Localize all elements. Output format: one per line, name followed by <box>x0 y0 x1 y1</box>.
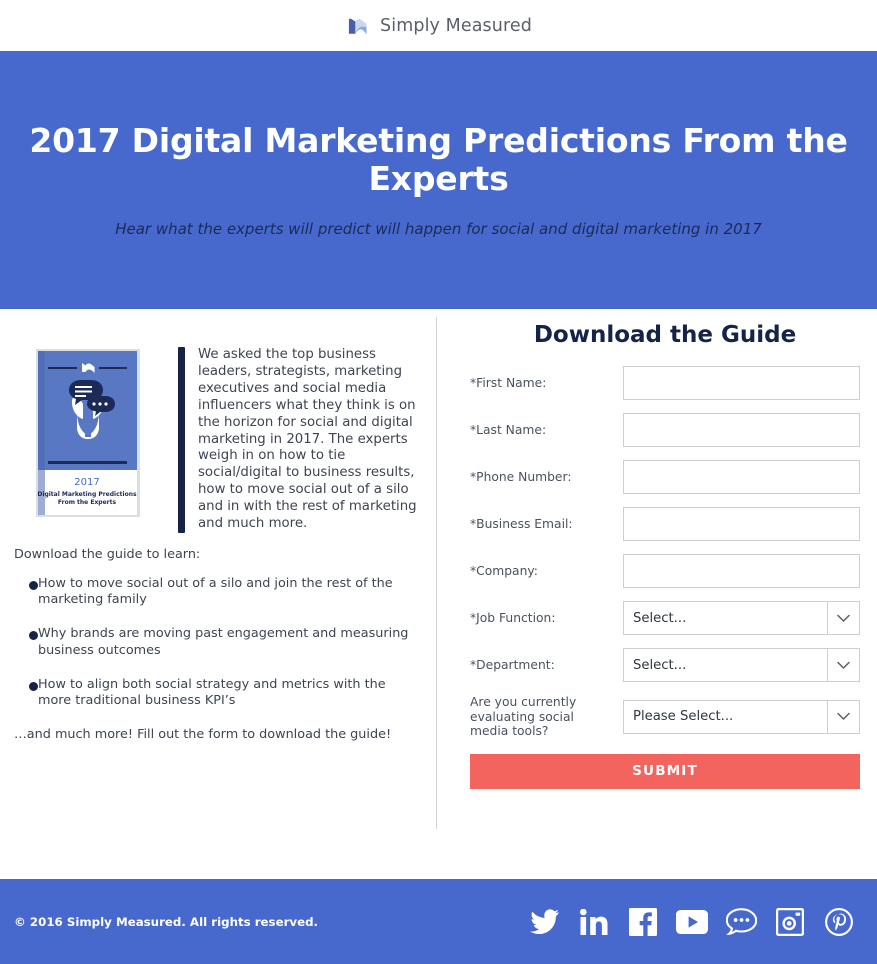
brand-name: Simply Measured <box>380 15 532 36</box>
ebook-cover-image: 2017 Digital Marketing Predictions From … <box>25 345 153 521</box>
field-row-evaluating-tools: Are you currently evaluating social medi… <box>470 695 860 739</box>
youtube-icon[interactable] <box>675 905 709 939</box>
quote-accent-bar <box>178 347 185 533</box>
social-links <box>528 905 859 939</box>
evaluating-tools-label: Are you currently evaluating social medi… <box>470 695 577 739</box>
field-row-business-email: *Business Email: <box>470 507 860 541</box>
list-item-label: How to align both social strategy and me… <box>38 676 386 708</box>
evaluating-tools-select[interactable]: Please Select... <box>623 699 860 734</box>
learn-list: How to move social out of a silo and joi… <box>14 576 417 709</box>
department-selected-value: Select... <box>624 649 828 681</box>
simply-measured-logo-mark-icon <box>345 13 371 39</box>
submit-wrap: SUBMIT <box>470 753 860 789</box>
field-row-last-name: *Last Name: <box>470 413 860 447</box>
site-header: Simply Measured <box>0 0 877 51</box>
hero-banner: 2017 Digital Marketing Predictions From … <box>0 51 877 309</box>
company-label: *Company: <box>470 563 538 578</box>
bullet-dot-icon <box>29 631 38 641</box>
linkedin-icon[interactable] <box>577 905 611 939</box>
site-footer: © 2016 Simply Measured. All rights reser… <box>0 879 877 964</box>
list-item: How to move social out of a silo and joi… <box>14 576 417 608</box>
job-function-label: *Job Function: <box>470 610 556 625</box>
right-column: Download the Guide *First Name: *Last Na… <box>437 309 877 879</box>
list-item-label: How to move social out of a silo and joi… <box>38 575 393 608</box>
twitter-icon[interactable] <box>528 905 562 939</box>
ebook-cover-wrap: 2017 Digital Marketing Predictions From … <box>14 335 164 521</box>
last-name-label: *Last Name: <box>470 422 547 437</box>
field-row-job-function: *Job Function: Select... <box>470 601 860 635</box>
svg-text:Digital Marketing Predictions: Digital Marketing Predictions <box>37 491 137 498</box>
first-name-label: *First Name: <box>470 375 547 390</box>
hero-subtitle: Hear what the experts will predict will … <box>115 219 762 238</box>
chevron-down-icon[interactable] <box>828 701 859 733</box>
first-name-input[interactable] <box>623 366 860 400</box>
instagram-icon[interactable] <box>773 905 807 939</box>
list-item: How to align both social strategy and me… <box>14 677 417 709</box>
field-row-phone-number: *Phone Number: <box>470 460 860 494</box>
main-content: 2017 Digital Marketing Predictions From … <box>0 309 877 879</box>
facebook-icon[interactable] <box>626 905 660 939</box>
intro-row: 2017 Digital Marketing Predictions From … <box>14 335 417 533</box>
submit-button[interactable]: SUBMIT <box>470 753 860 789</box>
phone-number-input[interactable] <box>623 460 860 494</box>
learn-heading: Download the guide to learn: <box>14 546 201 562</box>
evaluating-tools-selected-value: Please Select... <box>624 700 828 733</box>
column-divider <box>436 317 437 829</box>
list-item-label: Why brands are moving past engagement an… <box>38 626 409 658</box>
download-guide-form: *First Name: *Last Name: *Phone Number: … <box>470 366 860 789</box>
job-function-select[interactable]: Select... <box>623 601 860 635</box>
chevron-down-icon[interactable] <box>828 649 859 681</box>
chevron-down-icon[interactable] <box>828 602 859 634</box>
hero-title: 2017 Digital Marketing Predictions From … <box>29 121 848 198</box>
closing-line: …and much more! Fill out the form to dow… <box>14 727 392 743</box>
form-title: Download the Guide <box>533 322 797 348</box>
company-input[interactable] <box>623 554 860 588</box>
list-item: Why brands are moving past engagement an… <box>14 626 417 658</box>
bullet-dot-icon <box>29 580 38 590</box>
left-column: 2017 Digital Marketing Predictions From … <box>0 309 437 879</box>
field-row-department: *Department: Select... <box>470 648 860 682</box>
field-row-company: *Company: <box>470 554 860 588</box>
business-email-input[interactable] <box>623 507 860 541</box>
intro-quote-block: We asked the top business leaders, strat… <box>178 335 417 533</box>
svg-text:From the Experts: From the Experts <box>58 499 117 506</box>
job-function-selected-value: Select... <box>624 602 828 634</box>
last-name-input[interactable] <box>623 413 860 447</box>
brand-logo-link[interactable]: Simply Measured <box>345 13 532 39</box>
phone-number-label: *Phone Number: <box>470 469 572 484</box>
bullet-dot-icon <box>29 681 38 691</box>
field-row-first-name: *First Name: <box>470 366 860 400</box>
department-label: *Department: <box>470 657 555 672</box>
department-select[interactable]: Select... <box>623 648 860 682</box>
pinterest-icon[interactable] <box>822 905 856 939</box>
business-email-label: *Business Email: <box>470 516 573 531</box>
intro-paragraph: We asked the top business leaders, strat… <box>198 347 417 532</box>
copyright-text: © 2016 Simply Measured. All rights reser… <box>14 914 319 929</box>
blog-chat-icon[interactable] <box>724 905 758 939</box>
svg-text:2017: 2017 <box>74 477 99 488</box>
